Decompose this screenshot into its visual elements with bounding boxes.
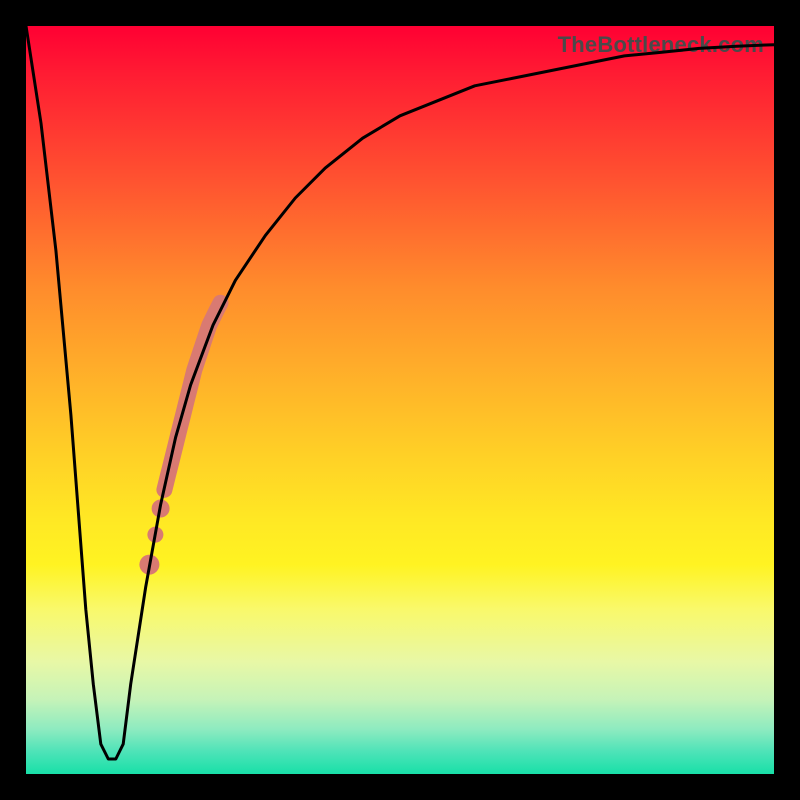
bottleneck-curve [26,26,774,759]
chart-frame: TheBottleneck.com [0,0,800,800]
chart-svg [26,26,774,774]
plot-area: TheBottleneck.com [26,26,774,774]
highlight-group [139,303,220,575]
